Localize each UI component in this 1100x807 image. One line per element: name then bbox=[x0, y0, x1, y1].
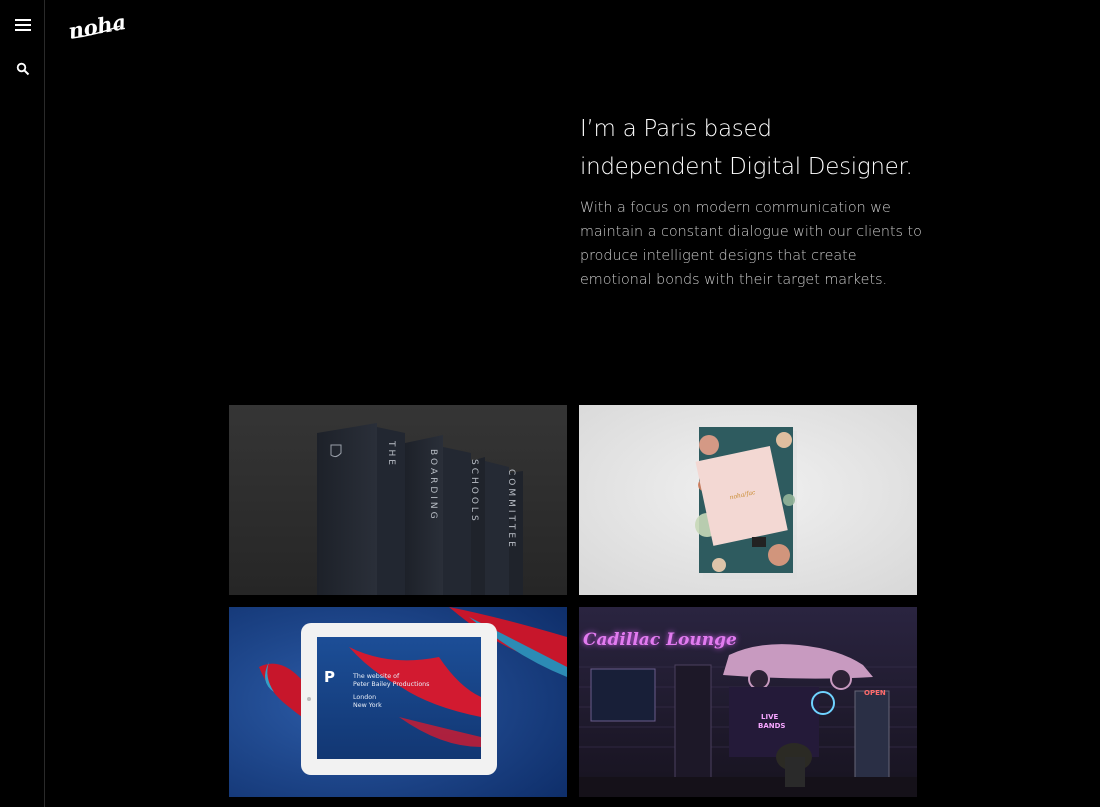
project-image: noha/fac bbox=[579, 405, 917, 595]
hero-text-line: With a focus on modern communication we bbox=[580, 200, 891, 216]
project-tile-peter-bailey[interactable]: P The website of Peter Bailey Production… bbox=[229, 607, 567, 797]
tablet-logo-letter: P bbox=[324, 668, 335, 686]
neon-text: BANDS bbox=[758, 722, 785, 730]
tablet-text-line: London bbox=[353, 694, 376, 701]
hero-section: I’m a Paris based independent Digital De… bbox=[580, 110, 940, 292]
sidebar bbox=[0, 0, 45, 807]
project-tile-notebook[interactable]: noha/fac bbox=[579, 405, 917, 595]
tablet-text-line: Peter Bailey Productions bbox=[353, 681, 429, 688]
banner-text: BOARDING bbox=[428, 449, 438, 522]
hero-text-line: produce intelligent designs that create bbox=[580, 248, 857, 264]
hero-description: With a focus on modern communication we … bbox=[580, 196, 940, 292]
hero-title-line: I’m a Paris based bbox=[580, 116, 772, 142]
project-image: Cadillac Lounge LIVE BANDS OPEN bbox=[579, 607, 917, 797]
hero-title-line: independent Digital Designer. bbox=[580, 154, 913, 180]
neon-sign: Cadillac Lounge bbox=[583, 630, 737, 650]
logo[interactable]: noha bbox=[66, 8, 126, 44]
search-icon[interactable] bbox=[16, 62, 30, 76]
tablet-text-line: The website of bbox=[352, 673, 400, 680]
project-image: P The website of Peter Bailey Production… bbox=[229, 607, 567, 797]
banner-text: COMMITTEE bbox=[506, 469, 516, 550]
hamburger-menu-icon[interactable] bbox=[15, 19, 31, 31]
project-tile-cadillac-lounge[interactable]: Cadillac Lounge LIVE BANDS OPEN bbox=[579, 607, 917, 797]
logo-text: noha bbox=[66, 9, 126, 44]
hero-text-line: emotional bonds with their target market… bbox=[580, 272, 888, 288]
project-tile-boarding-schools[interactable]: THE BOARDING SCHOOLS COMMITTEE bbox=[229, 405, 567, 595]
hero-text-line: maintain a constant dialogue with our cl… bbox=[580, 224, 922, 240]
hero-title: I’m a Paris based independent Digital De… bbox=[580, 110, 940, 186]
neon-text: LIVE bbox=[761, 713, 778, 721]
neon-open-sign: OPEN bbox=[864, 689, 886, 697]
project-image: THE BOARDING SCHOOLS COMMITTEE bbox=[229, 405, 567, 595]
banner-text: SCHOOLS bbox=[469, 459, 479, 524]
tablet-text-line: New York bbox=[353, 702, 382, 709]
banner-text: THE bbox=[386, 440, 396, 468]
